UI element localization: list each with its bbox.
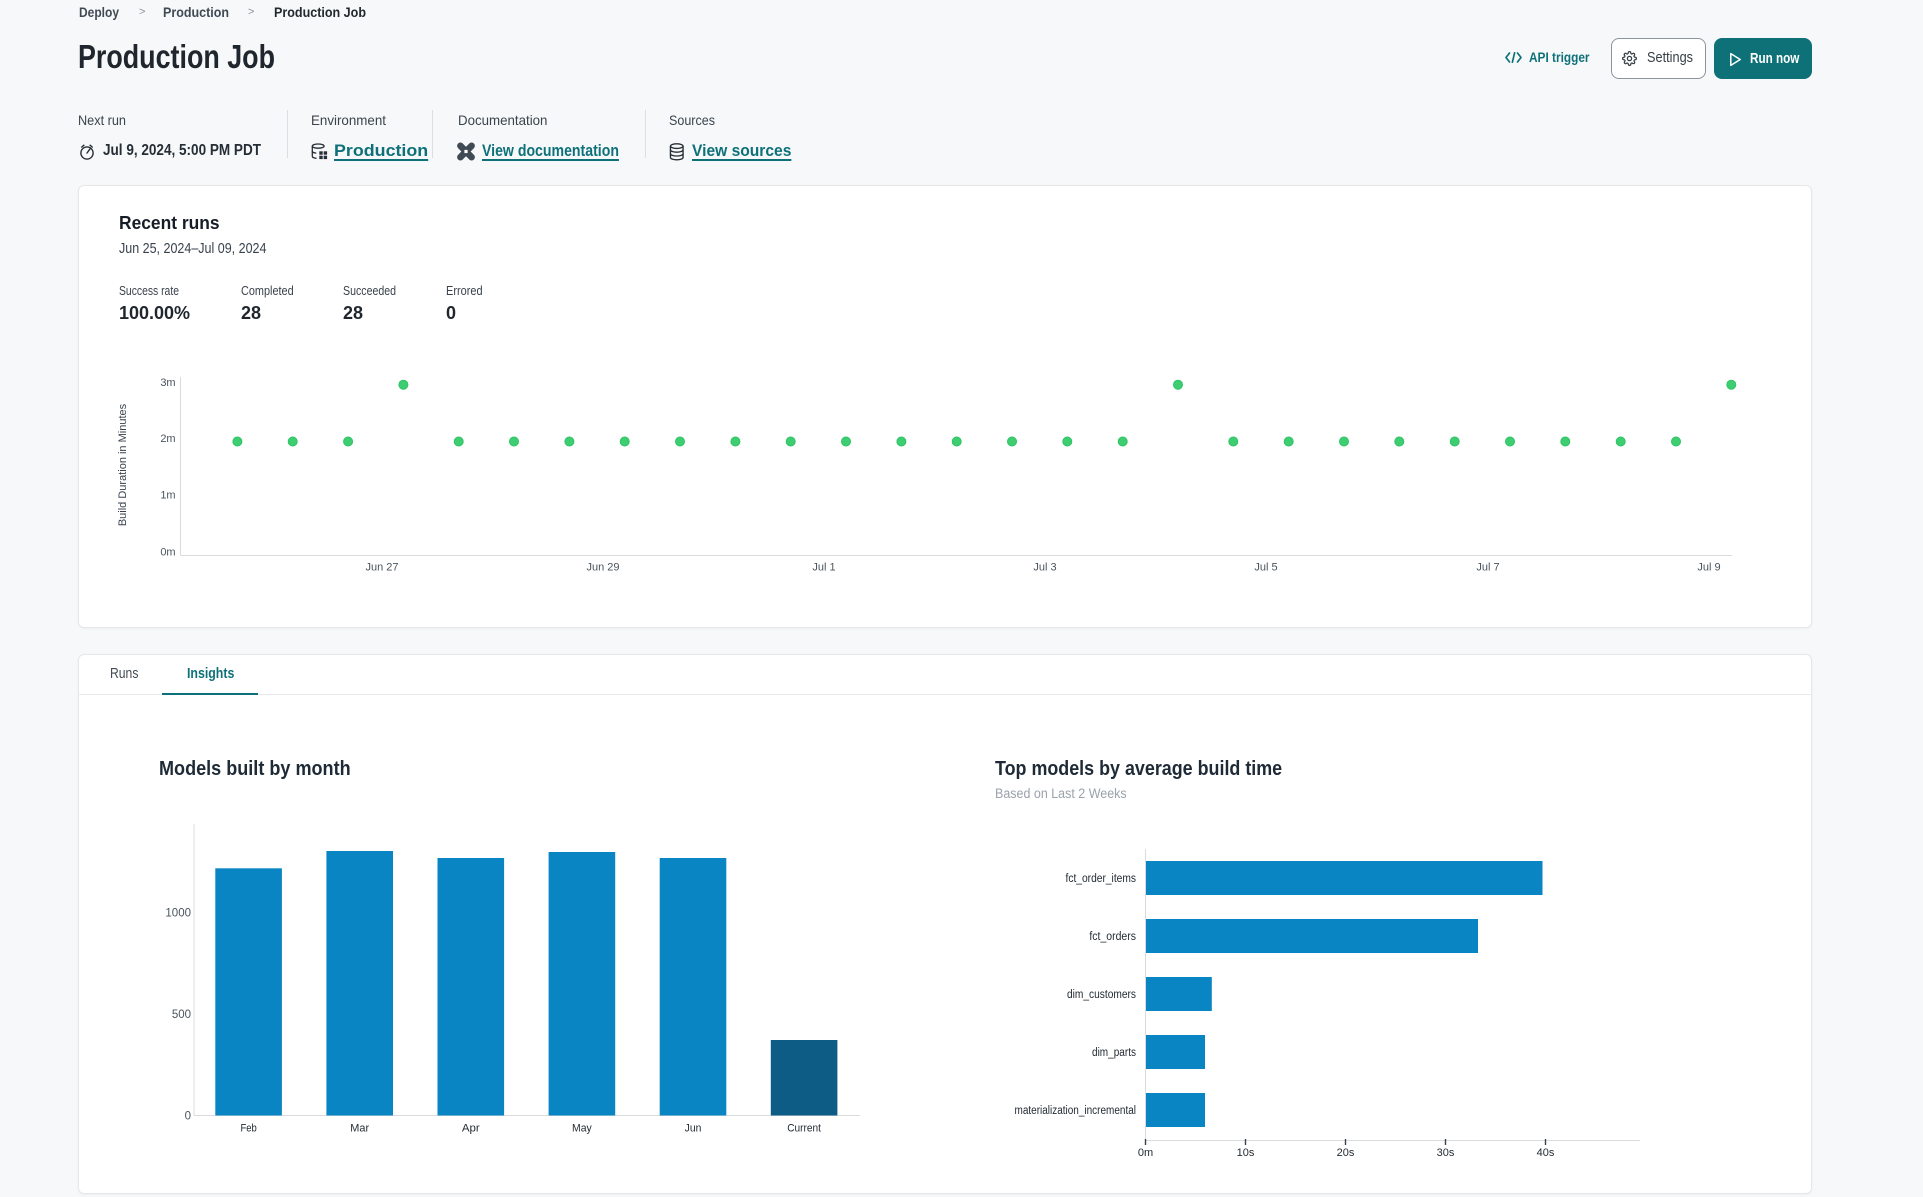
svg-text:1000: 1000 [165, 908, 191, 920]
svg-text:Feb: Feb [240, 1123, 256, 1135]
svg-text:Jul 9: Jul 9 [1697, 562, 1720, 574]
svg-text:dim_customers: dim_customers [1067, 989, 1136, 1001]
svg-text:May: May [572, 1123, 592, 1135]
svg-text:Jun 27: Jun 27 [365, 562, 398, 574]
svg-text:Build Duration in Minutes: Build Duration in Minutes [117, 403, 129, 526]
svg-text:Jul 5: Jul 5 [1254, 562, 1277, 574]
svg-text:0m: 0m [160, 547, 175, 559]
svg-text:10s: 10s [1237, 1147, 1255, 1159]
svg-text:Jun 29: Jun 29 [586, 562, 619, 574]
svg-text:30s: 30s [1437, 1147, 1455, 1159]
svg-text:materialization_incremental: materialization_incremental [1015, 1105, 1137, 1117]
svg-text:1m: 1m [160, 489, 175, 501]
svg-text:Jul 1: Jul 1 [812, 562, 835, 574]
svg-text:40s: 40s [1537, 1147, 1555, 1159]
svg-text:500: 500 [172, 1009, 191, 1021]
svg-text:Jul 3: Jul 3 [1033, 562, 1056, 574]
svg-text:dim_parts: dim_parts [1092, 1047, 1136, 1059]
svg-text:Jul 7: Jul 7 [1476, 562, 1499, 574]
svg-text:Apr: Apr [462, 1123, 480, 1135]
svg-text:20s: 20s [1337, 1147, 1355, 1159]
svg-text:fct_orders: fct_orders [1089, 931, 1136, 943]
svg-text:Jun: Jun [685, 1123, 702, 1135]
svg-text:Current: Current [787, 1123, 821, 1135]
svg-text:fct_order_items: fct_order_items [1066, 873, 1137, 885]
svg-text:Mar: Mar [350, 1123, 369, 1135]
svg-text:0m: 0m [1138, 1147, 1153, 1159]
svg-text:3m: 3m [160, 377, 175, 389]
svg-text:2m: 2m [160, 433, 175, 445]
svg-text:0: 0 [185, 1110, 191, 1122]
